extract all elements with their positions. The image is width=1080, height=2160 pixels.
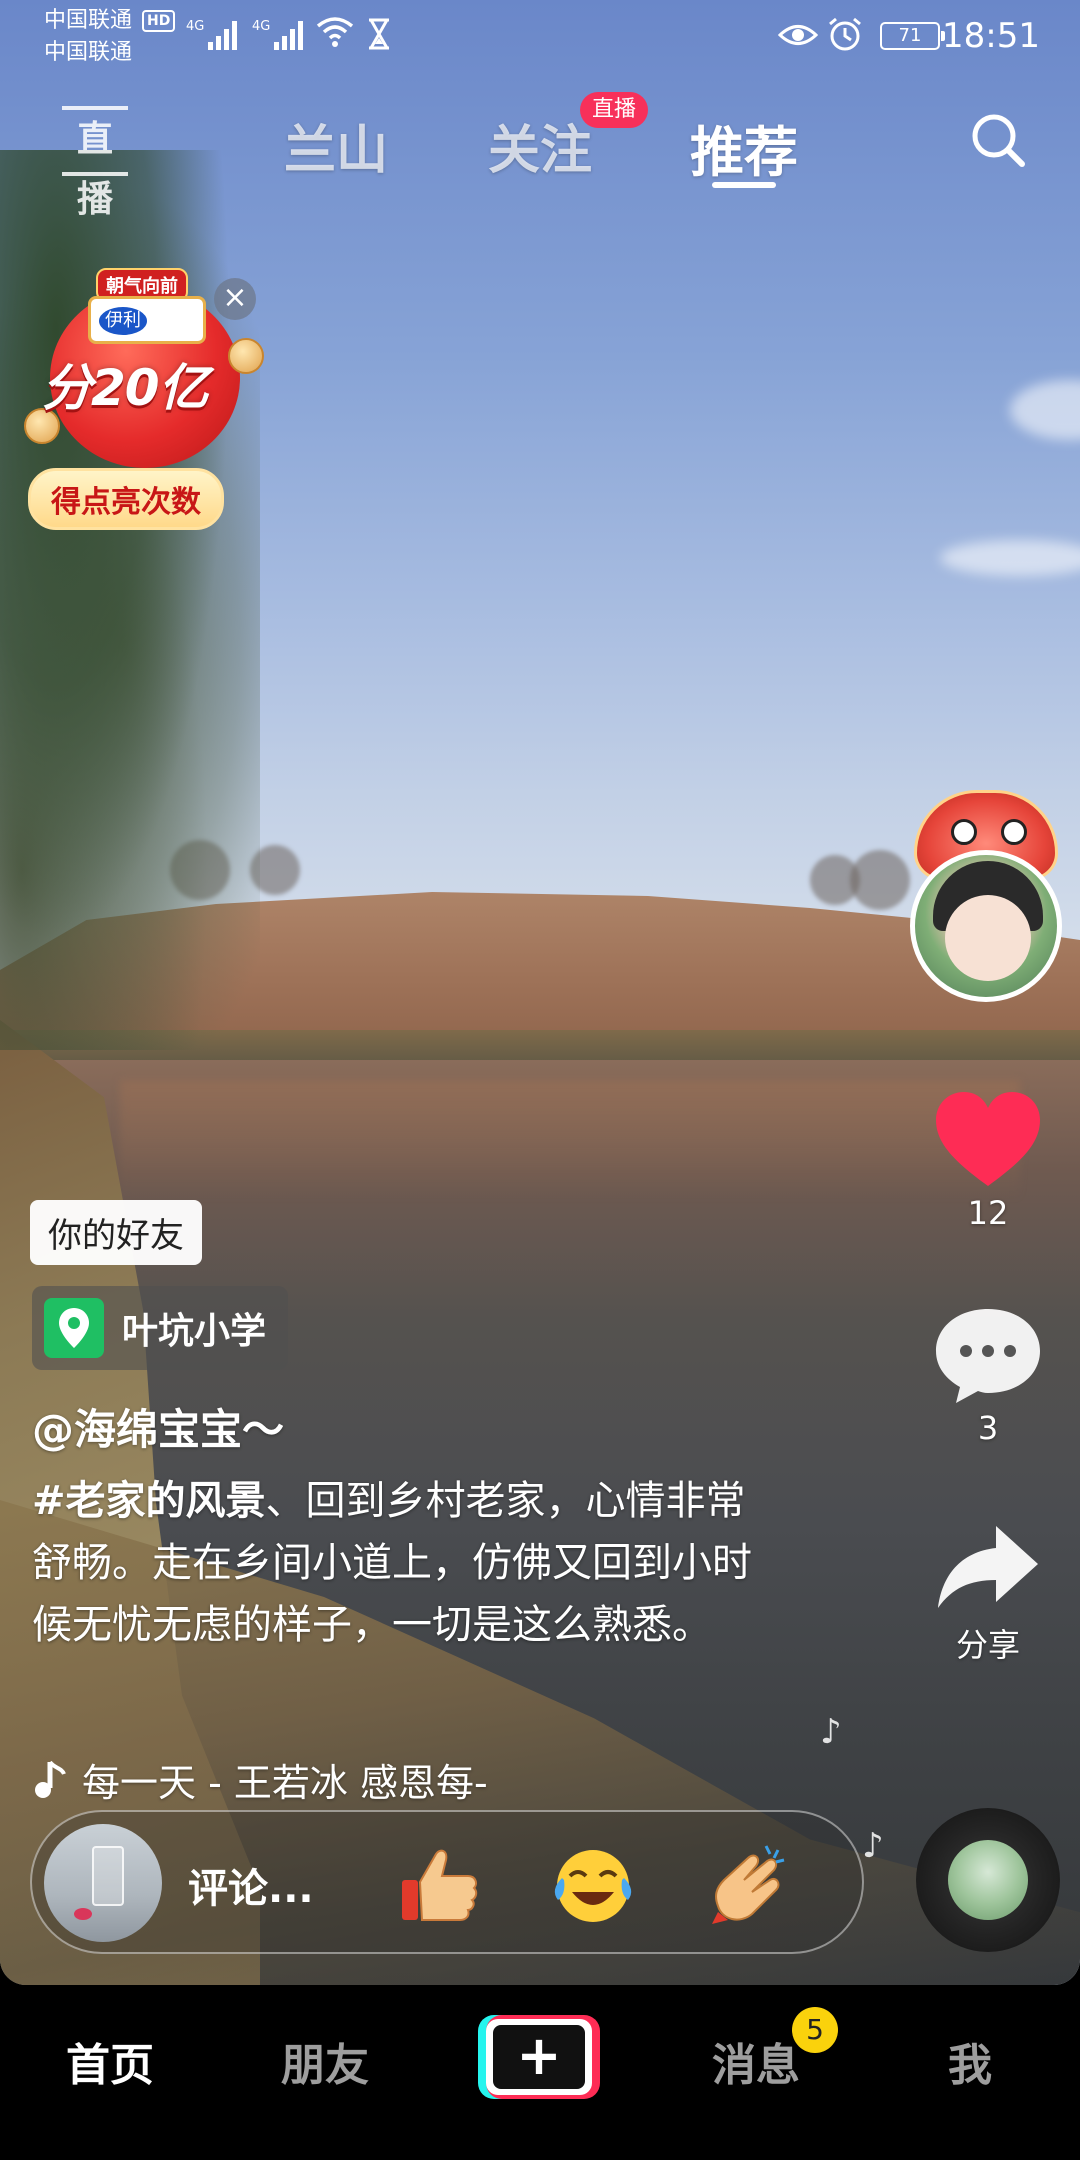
- comment-input[interactable]: 评论...: [188, 1856, 314, 1914]
- music-row[interactable]: 每一天 - 王若冰 感恩每-: [32, 1752, 488, 1807]
- like-count: 12: [967, 1194, 1009, 1232]
- status-bar: 中国联通 HD 中国联通 4G 4G 71 18:51: [0, 0, 1080, 74]
- author-name[interactable]: @海绵宝宝～: [32, 1396, 284, 1457]
- location-chip[interactable]: 叶坑小学: [32, 1286, 289, 1370]
- avatar-face: [945, 895, 1031, 981]
- alarm-icon: [829, 17, 861, 51]
- comment-button[interactable]: 3: [908, 1305, 1068, 1447]
- clap-emoji[interactable]: [704, 1840, 794, 1930]
- brand-logo: 伊利: [88, 296, 206, 344]
- signal-icon: 4G: [186, 19, 237, 50]
- floating-note-icon: ♪: [862, 1826, 884, 1866]
- glass-image: [92, 1846, 124, 1906]
- video-caption: #老家的风景、回到乡村老家，心情非常舒畅。走在乡间小道上，仿佛又回到小时候无忧无…: [32, 1470, 772, 1656]
- hourglass-icon: [369, 18, 389, 50]
- music-cover: [948, 1840, 1028, 1920]
- like-button[interactable]: 12: [908, 1090, 1068, 1232]
- heart-icon: [936, 1092, 1040, 1186]
- create-button[interactable]: +: [478, 2015, 600, 2099]
- tab-following[interactable]: 关注: [488, 108, 592, 183]
- live-button[interactable]: 直播: [62, 106, 128, 220]
- messages-badge: 5: [792, 2007, 838, 2053]
- signal-icon-2: 4G: [252, 19, 303, 50]
- network-type-2: 4G: [252, 19, 270, 34]
- location-pin-icon: [44, 1298, 104, 1358]
- plus-icon: +: [493, 2025, 585, 2089]
- nav-friends[interactable]: 朋友: [245, 2029, 405, 2093]
- network-type: 4G: [186, 19, 204, 34]
- live-label: 直播: [76, 119, 113, 220]
- thumbs-up-emoji[interactable]: [392, 1840, 482, 1930]
- douyin-screen: 中国联通 HD 中国联通 4G 4G 71 18:51 直播 兰山 关注 直播 …: [0, 0, 1080, 2160]
- search-icon[interactable]: [966, 108, 1030, 172]
- friend-tag: 你的好友: [30, 1200, 202, 1265]
- comment-count: 3: [977, 1409, 999, 1447]
- share-icon: [938, 1526, 1038, 1608]
- close-icon[interactable]: ×: [214, 278, 256, 320]
- top-tab-bar: 直播 兰山 关注 直播 推荐: [0, 90, 1080, 220]
- tab-local[interactable]: 兰山: [284, 108, 388, 183]
- comment-thumbnail: [44, 1824, 162, 1942]
- music-title: 每一天 - 王若冰 感恩每-: [82, 1761, 488, 1805]
- brand-name: 伊利: [99, 307, 147, 335]
- eye-icon: [778, 25, 818, 45]
- laugh-cry-emoji[interactable]: [548, 1840, 638, 1930]
- water-reflection: [120, 1080, 1020, 1200]
- battery-icon: 71: [880, 22, 945, 50]
- share-button[interactable]: 分享: [908, 1520, 1068, 1666]
- cloud: [940, 540, 1080, 576]
- nav-me[interactable]: 我: [890, 2029, 1050, 2093]
- floating-note-icon: ♪: [820, 1712, 842, 1752]
- bottom-nav: 首页 朋友 + 消息 5 我: [0, 1985, 1080, 2160]
- location-name: 叶坑小学: [122, 1311, 267, 1352]
- promo-headline: 分20亿: [42, 359, 209, 417]
- battery-level: 71: [898, 25, 922, 46]
- comment-bar[interactable]: 评论...: [30, 1810, 864, 1954]
- tab-recommended[interactable]: 推荐: [690, 108, 798, 187]
- share-label: 分享: [955, 1626, 1020, 1664]
- active-tab-indicator: [712, 182, 776, 188]
- promo-widget[interactable]: 朝气向前 伊利 分20亿 × 得点亮次数: [20, 268, 270, 530]
- clock: 18:51: [942, 16, 1040, 56]
- comment-icon: [936, 1309, 1040, 1403]
- wifi-icon: [316, 17, 354, 47]
- flower-image: [74, 1908, 92, 1920]
- hat-eye: [1001, 819, 1027, 845]
- nav-home[interactable]: 首页: [30, 2029, 190, 2093]
- carrier-name: 中国联通: [44, 8, 133, 33]
- music-disc[interactable]: [916, 1808, 1060, 1952]
- far-tree: [850, 850, 910, 910]
- hd-badge: HD: [142, 10, 176, 32]
- hat-eye: [951, 819, 977, 845]
- avatar: [910, 850, 1062, 1002]
- hashtag-link[interactable]: #老家的风景: [32, 1478, 266, 1524]
- promo-cta-button[interactable]: 得点亮次数: [28, 468, 224, 530]
- live-badge: 直播: [580, 92, 649, 128]
- cloud: [1010, 380, 1080, 440]
- coin-icon: [228, 338, 264, 374]
- author-avatar[interactable]: [906, 790, 1066, 1002]
- carrier-name-2: 中国联通: [44, 40, 133, 65]
- music-note-icon: [35, 1760, 66, 1798]
